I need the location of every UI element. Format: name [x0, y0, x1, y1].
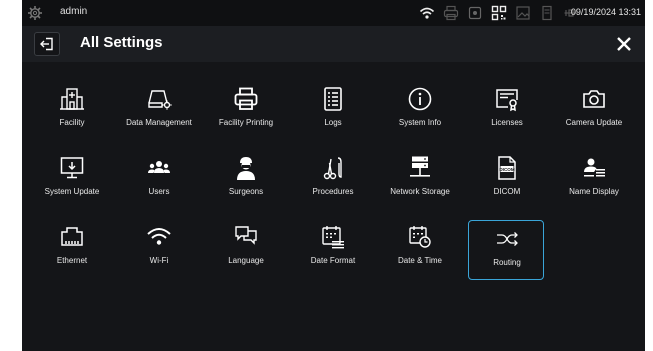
tile-network-storage[interactable]: Network Storage — [382, 150, 456, 208]
wifi-status-icon — [419, 7, 435, 19]
storage-status-icon — [542, 5, 552, 21]
info-icon — [408, 87, 432, 111]
network-storage-icon — [410, 156, 430, 177]
exit-button[interactable] — [34, 32, 60, 56]
exit-icon — [40, 37, 53, 51]
license-icon — [496, 89, 518, 112]
tile-procedures[interactable]: Procedures — [295, 150, 369, 208]
qr-code-icon[interactable] — [491, 5, 507, 21]
tile-system-info[interactable]: System Info — [382, 81, 456, 139]
tile-wifi[interactable]: Wi-Fi — [121, 219, 195, 277]
tile-ethernet[interactable]: Ethernet — [34, 219, 108, 277]
printer-icon — [234, 87, 258, 110]
tile-logs[interactable]: Logs — [295, 81, 369, 139]
scissors-icon — [323, 157, 342, 180]
tile-facility[interactable]: Facility — [34, 81, 108, 139]
users-icon — [148, 161, 170, 173]
tile-routing[interactable]: Routing — [468, 220, 544, 280]
settings-header: All Settings — [22, 26, 645, 62]
tile-facility-printing[interactable]: Facility Printing — [208, 81, 282, 139]
image-status-icon — [516, 6, 530, 20]
tile-language[interactable]: Language — [208, 219, 282, 277]
user-name: admin — [60, 6, 88, 17]
date-format-icon — [322, 226, 344, 249]
system-update-icon — [60, 157, 84, 179]
tile-licenses[interactable]: Licenses — [469, 81, 543, 139]
tile-name-display[interactable]: Name Display — [556, 150, 630, 208]
dicom-badge-text: DICOM — [499, 167, 514, 172]
tile-label: Name Display — [569, 187, 619, 196]
tile-camera-update[interactable]: Camera Update — [556, 81, 630, 139]
close-icon[interactable] — [615, 35, 633, 53]
record-status-icon — [468, 6, 482, 20]
name-display-icon — [584, 158, 605, 177]
tile-dicom[interactable]: DICOM DICOM — [469, 150, 543, 208]
date-time-readout: 09/19/2024 13:31 — [570, 7, 641, 17]
camera-icon — [583, 90, 605, 108]
logs-icon — [324, 87, 342, 111]
status-bar: admin 09/19/2024 13:31 — [22, 0, 645, 26]
settings-grid: Facility Data Management Facility Printi… — [22, 62, 645, 351]
tile-label: Camera Update — [565, 118, 623, 127]
tile-label: Routing — [493, 258, 521, 267]
tile-surgeons[interactable]: Surgeons — [208, 150, 282, 208]
facility-icon — [60, 88, 84, 110]
wifi-icon — [147, 228, 171, 245]
language-icon — [235, 226, 257, 245]
data-management-icon — [148, 90, 172, 110]
gear-icon[interactable] — [27, 5, 43, 21]
page-title: All Settings — [80, 34, 163, 51]
routing-icon — [497, 232, 518, 246]
dicom-icon: DICOM — [498, 156, 516, 180]
device-screen: admin 09/19/2024 13:31 All Settings Faci… — [22, 0, 645, 351]
tile-users[interactable]: Users — [121, 150, 195, 208]
tile-system-update[interactable]: System Update — [34, 150, 108, 208]
tile-date-time[interactable]: Date & Time — [382, 219, 456, 277]
ethernet-icon — [61, 227, 83, 246]
surgeon-icon — [237, 157, 255, 180]
tile-date-format[interactable]: Date Format — [295, 219, 369, 277]
printer-status-icon — [443, 5, 459, 21]
tile-data-management[interactable]: Data Management — [121, 81, 195, 139]
date-time-icon — [409, 226, 431, 248]
